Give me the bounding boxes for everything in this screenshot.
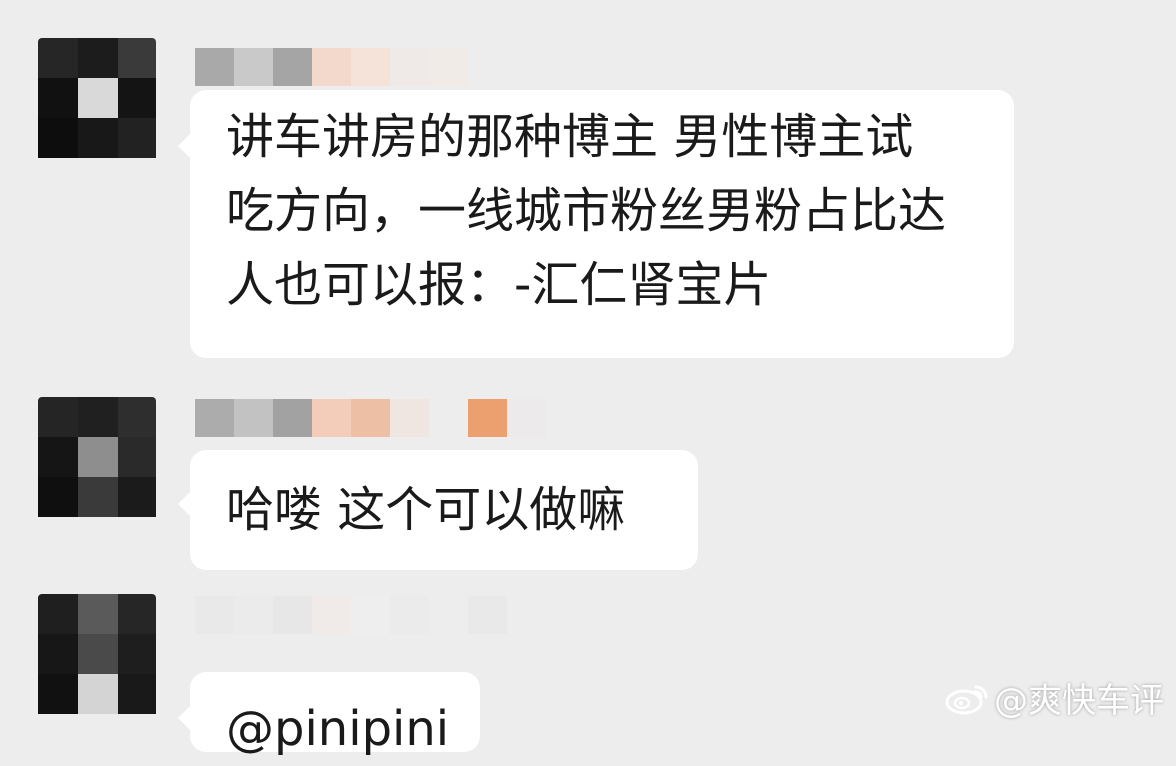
avatar[interactable] — [38, 594, 156, 722]
bubble-tail — [178, 132, 192, 160]
bubble-tail — [178, 704, 192, 732]
sender-name-mosaic — [195, 399, 546, 437]
sender-name-mosaic — [195, 596, 507, 634]
message-text-line: 人也可以报：-汇仁肾宝片 — [226, 257, 772, 313]
message-text-line: 吃方向，一线城市粉丝男粉占比达 — [226, 183, 947, 239]
bubble-tail — [178, 490, 192, 518]
message-text-line: 讲车讲房的那种博主 男性博主试 — [226, 109, 914, 165]
sender-name-mosaic — [195, 48, 468, 86]
message-text-line: @pinipini — [226, 701, 450, 757]
message-bubble[interactable]: 讲车讲房的那种博主 男性博主试 吃方向，一线城市粉丝男粉占比达 人也可以报：-汇… — [178, 90, 1014, 358]
watermark-text: @爽快车评 — [994, 681, 1164, 721]
message-bubble[interactable]: 哈喽 这个可以做嘛 — [178, 450, 698, 570]
weibo-icon — [944, 681, 990, 715]
message-text-line: 哈喽 这个可以做嘛 — [226, 482, 626, 538]
watermark: @爽快车评 — [944, 673, 1164, 722]
avatar[interactable] — [38, 397, 156, 525]
avatar[interactable] — [38, 38, 156, 166]
message-bubble[interactable]: @pinipini — [178, 672, 480, 757]
